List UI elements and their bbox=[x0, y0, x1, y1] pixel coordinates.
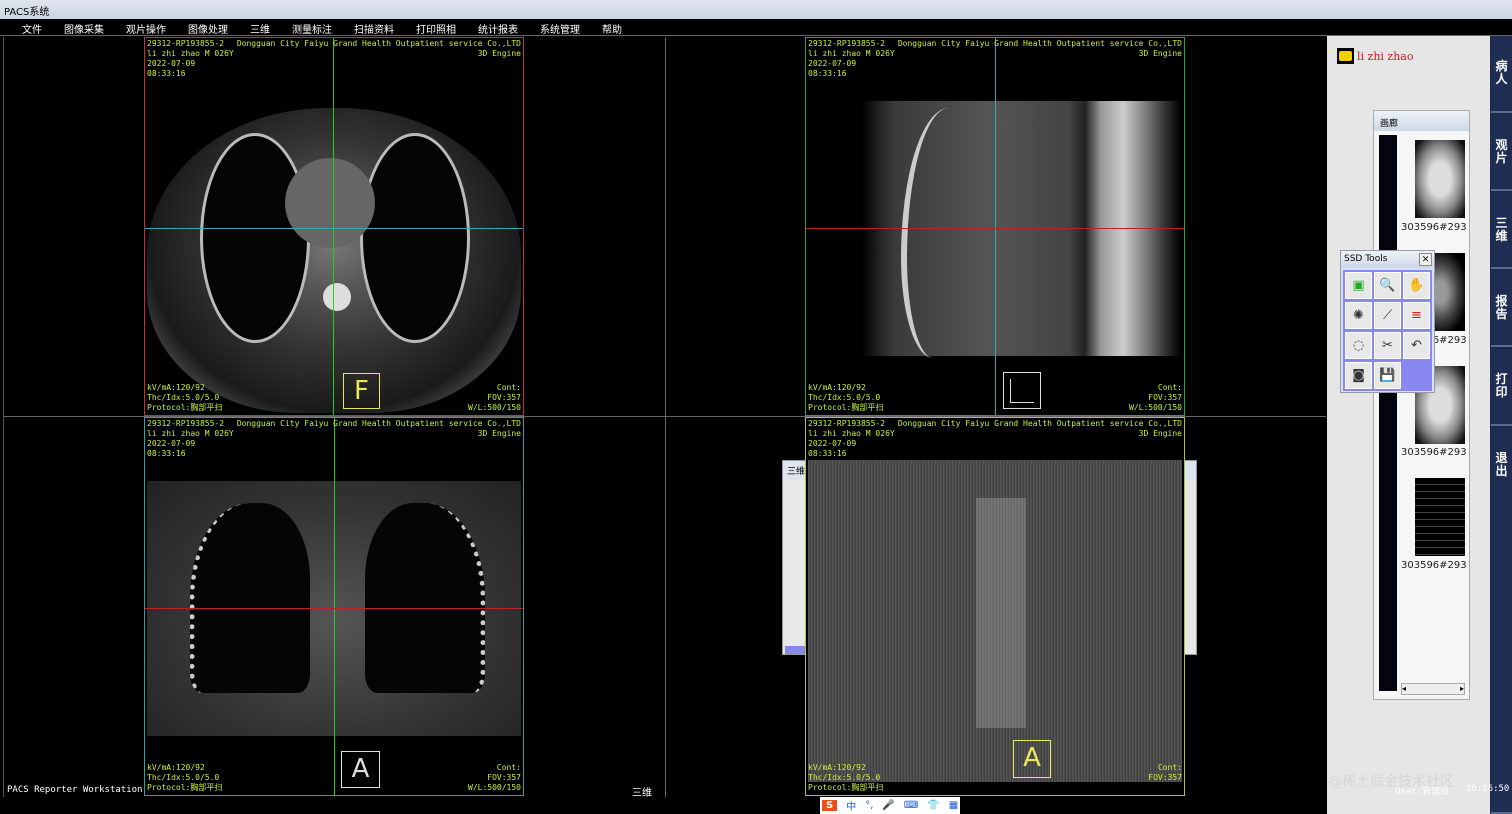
tab-3d[interactable]: 三维 bbox=[1491, 193, 1512, 269]
overlay-top-left: 29312-RP193855-2 li zhi zhao M 026Y 2022… bbox=[147, 419, 234, 458]
viewport-axial[interactable]: 29312-RP193855-2 li zhi zhao M 026Y 2022… bbox=[144, 37, 524, 416]
crosshair-horizontal[interactable] bbox=[145, 608, 523, 609]
overlay-top-right: Dongguan City Faiyu Grand Health Outpati… bbox=[236, 419, 521, 438]
tool-grid: ▣ 🔍 ✋ ✺ ⟋ ≡ ◌ ✂ ↶ ◙ 💾 bbox=[1343, 270, 1432, 391]
lung-left bbox=[190, 503, 310, 693]
overlay-top-right: Dongguan City Faiyu Grand Health Outpati… bbox=[897, 419, 1182, 438]
menu-measure[interactable]: 测量标注 bbox=[292, 19, 332, 36]
close-button[interactable]: ✕ bbox=[1419, 253, 1432, 266]
viewport-volume[interactable]: 29312-RP193855-2 li zhi zhao M 026Y 2022… bbox=[805, 417, 1185, 796]
overlay-bottom-left: kV/mA:120/92 Thc/Idx:5.0/5.0 Protocol:胸部… bbox=[808, 383, 884, 412]
gallery-strip bbox=[1379, 135, 1397, 691]
cube-a-icon[interactable]: ▣ bbox=[1345, 272, 1372, 299]
menu-bar: 文件 图像采集 观片操作 图像处理 三维 测量标注 扫描资料 打印照相 统计报表… bbox=[0, 19, 1512, 36]
keyboard-icon[interactable]: ⌨ bbox=[904, 800, 918, 811]
lasso-icon[interactable]: ◌ bbox=[1345, 332, 1372, 359]
status-mode: 三维 bbox=[632, 788, 652, 799]
ruler-icon[interactable]: ⟋ bbox=[1374, 302, 1401, 329]
menu-stats[interactable]: 统计报表 bbox=[478, 19, 518, 36]
patient-name[interactable]: li zhi zhao bbox=[1357, 50, 1414, 63]
crosshair-vertical[interactable] bbox=[333, 38, 334, 415]
color-bars-icon[interactable]: ≡ bbox=[1403, 302, 1430, 329]
toolbox-icon[interactable]: ▦ bbox=[949, 800, 958, 811]
dialog-3d-bar bbox=[785, 646, 805, 654]
zoom-icon[interactable]: 🔍 bbox=[1374, 272, 1401, 299]
status-app-name: PACS Reporter Workstation bbox=[7, 785, 143, 795]
divider-left bbox=[3, 37, 4, 797]
overlay-top-left: 29312-RP193855-2 li zhi zhao M 026Y 2022… bbox=[808, 419, 895, 458]
undo-icon[interactable]: ↶ bbox=[1403, 332, 1430, 359]
lung-left bbox=[200, 133, 310, 343]
ime-punct[interactable]: °, bbox=[865, 800, 873, 811]
overlay-top-right: Dongguan City Faiyu Grand Health Outpati… bbox=[236, 39, 521, 58]
menu-system[interactable]: 系统管理 bbox=[540, 19, 580, 36]
snapshot-icon[interactable]: ◙ bbox=[1345, 362, 1372, 389]
spine-render bbox=[976, 498, 1026, 728]
overlay-bottom-left: kV/mA:120/92 Thc/Idx:5.0/5.0 Protocol:胸部… bbox=[147, 763, 223, 792]
sogou-logo-icon[interactable]: S bbox=[822, 800, 838, 811]
gallery-title: 画廊 bbox=[1374, 111, 1469, 131]
thumbnail-caption: 303596#293 bbox=[1401, 222, 1467, 233]
overlay-top-left: 29312-RP193855-2 li zhi zhao M 026Y 2022… bbox=[147, 39, 234, 78]
overlay-bottom-right: Cont: FOV:357 bbox=[1148, 763, 1182, 782]
orientation-cube-icon[interactable]: F bbox=[343, 373, 380, 409]
ssd-tools-panel: SSD Tools ✕ ▣ 🔍 ✋ ✺ ⟋ ≡ ◌ ✂ ↶ ◙ 💾 bbox=[1340, 250, 1435, 393]
lung-right bbox=[365, 503, 485, 693]
overlay-bottom-right: Cont: FOV:357 W/L:500/150 bbox=[468, 763, 521, 792]
overlay-top-left: 29312-RP193855-2 li zhi zhao M 026Y 2022… bbox=[808, 39, 895, 78]
ime-lang[interactable]: 中 bbox=[846, 798, 856, 813]
skin-icon[interactable]: 👕 bbox=[927, 800, 939, 811]
menu-file[interactable]: 文件 bbox=[22, 19, 42, 36]
orientation-cube-icon[interactable]: A bbox=[1013, 740, 1051, 778]
ime-toolbar: S 中 °, 🎤 ⌨ 👕 ▦ bbox=[820, 797, 960, 814]
crosshair-horizontal[interactable] bbox=[806, 228, 1184, 229]
gallery-scrollbar[interactable]: ◂ ▸ bbox=[1401, 683, 1465, 695]
orientation-cube-icon[interactable]: A bbox=[341, 751, 380, 788]
tab-viewing[interactable]: 观片 bbox=[1491, 115, 1512, 191]
menu-acquire[interactable]: 图像采集 bbox=[64, 19, 104, 36]
overlay-bottom-left: kV/mA:120/92 Thc/Idx:5.0/5.0 Protocol:胸部… bbox=[147, 383, 223, 412]
save-icon[interactable]: 💾 bbox=[1374, 362, 1401, 389]
crosshair-vertical[interactable] bbox=[995, 38, 996, 415]
side-tabs: 病人 观片 三维 报告 打印 退出 bbox=[1490, 36, 1512, 814]
status-time: 16:16:50 bbox=[1466, 784, 1510, 794]
tab-report[interactable]: 报告 bbox=[1491, 271, 1512, 347]
menu-process[interactable]: 图像处理 bbox=[188, 19, 228, 36]
tab-patient[interactable]: 病人 bbox=[1491, 36, 1512, 113]
overlay-bottom-right: Cont: FOV:357 W/L:500/150 bbox=[468, 383, 521, 412]
folder-icon[interactable] bbox=[1337, 48, 1354, 64]
overlay-bottom-left: kV/mA:120/92 Thc/Idx:5.0/5.0 Protocol:胸部… bbox=[808, 763, 884, 792]
status-user: User:管理员 bbox=[1395, 787, 1450, 797]
microphone-icon[interactable]: 🎤 bbox=[882, 800, 894, 811]
menu-view[interactable]: 观片操作 bbox=[126, 19, 166, 36]
heart bbox=[285, 158, 375, 248]
rotate-icon[interactable]: ✺ bbox=[1345, 302, 1372, 329]
menu-help[interactable]: 帮助 bbox=[602, 19, 622, 36]
pan-hand-icon[interactable]: ✋ bbox=[1403, 272, 1430, 299]
menu-3d[interactable]: 三维 bbox=[250, 19, 270, 36]
thumbnail-1[interactable] bbox=[1415, 140, 1465, 218]
menu-scan[interactable]: 扫描资料 bbox=[354, 19, 394, 36]
thumbnail-caption: 303596#293 bbox=[1401, 560, 1467, 571]
overlay-top-right: Dongguan City Faiyu Grand Health Outpati… bbox=[897, 39, 1182, 58]
viewport-sagittal[interactable]: 29312-RP193855-2 li zhi zhao M 026Y 2022… bbox=[805, 37, 1185, 416]
vertebra bbox=[323, 283, 351, 311]
tab-print[interactable]: 打印 bbox=[1491, 349, 1512, 426]
lung-right bbox=[360, 133, 470, 343]
thumbnail-caption: 303596#293 bbox=[1401, 447, 1467, 458]
menu-print[interactable]: 打印照相 bbox=[416, 19, 456, 36]
title-bar: PACS系统 bbox=[0, 0, 1512, 19]
viewport-coronal[interactable]: 29312-RP193855-2 li zhi zhao M 026Y 2022… bbox=[144, 417, 524, 796]
divider-vertical bbox=[665, 37, 666, 797]
tab-exit[interactable]: 退出 bbox=[1491, 428, 1512, 814]
thumbnail-4[interactable] bbox=[1415, 478, 1465, 556]
crosshair-horizontal[interactable] bbox=[145, 228, 523, 229]
window-title: PACS系统 bbox=[4, 7, 50, 18]
scissors-icon[interactable]: ✂ bbox=[1374, 332, 1401, 359]
overlay-bottom-right: Cont: FOV:357 W/L:500/150 bbox=[1129, 383, 1182, 412]
crosshair-vertical[interactable] bbox=[334, 418, 335, 795]
orientation-cube-icon[interactable] bbox=[1003, 372, 1041, 409]
